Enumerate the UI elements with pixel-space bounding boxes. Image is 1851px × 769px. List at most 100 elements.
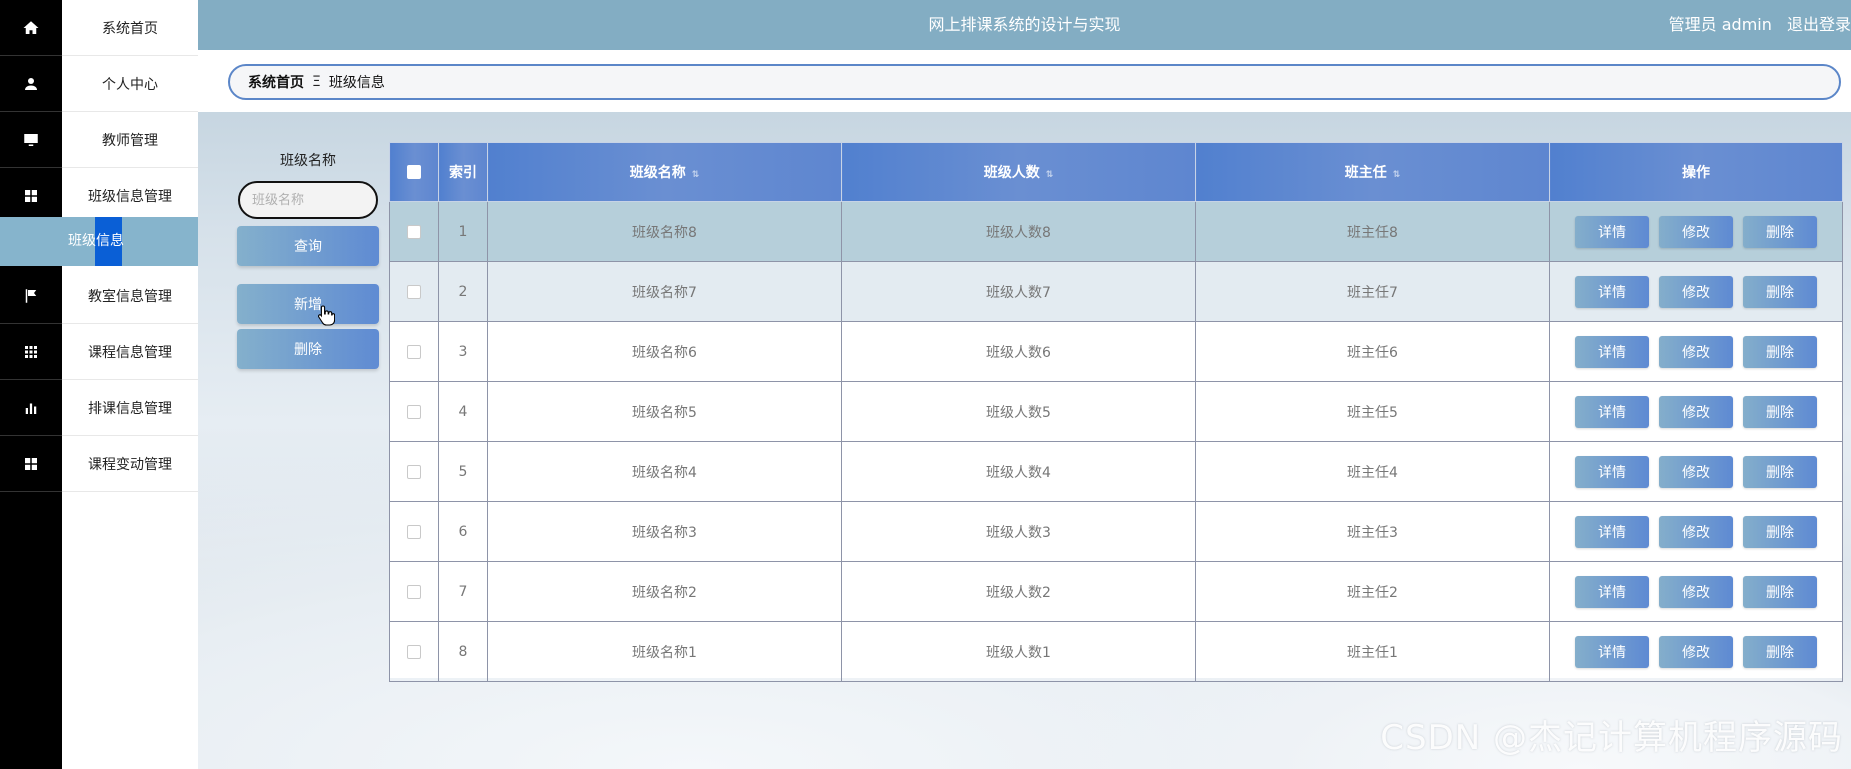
delete-button[interactable]: 删除 xyxy=(1743,635,1817,668)
active-rail-slot xyxy=(0,217,62,266)
add-button[interactable]: 新增 xyxy=(237,284,379,324)
grid-icon[interactable] xyxy=(0,168,62,224)
detail-button[interactable]: 详情 xyxy=(1575,335,1649,368)
logout-link[interactable]: 退出登录 xyxy=(1787,15,1851,34)
cell-class-size: 班级人数2 xyxy=(841,561,1196,622)
sort-icon[interactable]: ⇅ xyxy=(692,170,700,180)
monitor-icon[interactable] xyxy=(0,112,62,168)
cell-index: 4 xyxy=(438,381,488,442)
row-checkbox[interactable] xyxy=(407,404,421,419)
user-icon[interactable] xyxy=(0,56,62,112)
cell-actions: 详情 修改 删除 xyxy=(1549,621,1843,682)
row-checkbox[interactable] xyxy=(407,344,421,359)
table-row[interactable]: 5 班级名称4 班级人数4 班主任4 详情 修改 删除 xyxy=(389,441,1843,502)
edit-button[interactable]: 修改 xyxy=(1659,455,1733,488)
detail-button[interactable]: 详情 xyxy=(1575,215,1649,248)
table-row[interactable]: 8 班级名称1 班级人数1 班主任1 详情 修改 删除 xyxy=(389,621,1843,682)
edit-button[interactable]: 修改 xyxy=(1659,395,1733,428)
home-icon[interactable] xyxy=(0,0,62,56)
row-checkbox[interactable] xyxy=(407,584,421,599)
sidebar-item-course-changes[interactable]: 课程变动管理 xyxy=(62,436,198,492)
detail-button[interactable]: 详情 xyxy=(1575,515,1649,548)
sidebar-item-profile[interactable]: 个人中心 xyxy=(62,56,198,112)
edit-button[interactable]: 修改 xyxy=(1659,635,1733,668)
detail-button[interactable]: 详情 xyxy=(1575,455,1649,488)
edit-button[interactable]: 修改 xyxy=(1659,515,1733,548)
sidebar-item-teachers[interactable]: 教师管理 xyxy=(62,112,198,168)
flag-icon[interactable] xyxy=(0,268,62,324)
table-body: 1 班级名称8 班级人数8 班主任8 详情 修改 删除 2 班级名称7 班级人数7 班主任7 详情 修改… xyxy=(389,201,1843,682)
grid-icon[interactable] xyxy=(0,436,62,492)
edit-button[interactable]: 修改 xyxy=(1659,575,1733,608)
delete-button[interactable]: 删除 xyxy=(1743,455,1817,488)
watermark: CSDN @杰记计算机程序源码 xyxy=(1380,718,1843,758)
edit-button[interactable]: 修改 xyxy=(1659,335,1733,368)
cell-index: 6 xyxy=(438,501,488,562)
column-header-index: 索引 xyxy=(438,142,488,202)
cell-class-size: 班级人数6 xyxy=(841,321,1196,382)
cell-head-teacher: 班主任6 xyxy=(1195,321,1550,382)
column-header-class-name[interactable]: 班级名称 ⇅ xyxy=(487,142,842,202)
batch-delete-button[interactable]: 删除 xyxy=(237,329,379,369)
breadcrumb-home[interactable]: 系统首页 xyxy=(248,72,304,92)
row-checkbox-cell xyxy=(389,501,439,562)
query-button[interactable]: 查询 xyxy=(237,226,379,266)
bar-chart-icon[interactable] xyxy=(0,380,62,436)
row-checkbox[interactable] xyxy=(407,224,421,239)
cell-head-teacher: 班主任5 xyxy=(1195,381,1550,442)
table-row[interactable]: 1 班级名称8 班级人数8 班主任8 详情 修改 删除 xyxy=(389,201,1843,262)
row-checkbox[interactable] xyxy=(407,644,421,659)
delete-button[interactable]: 删除 xyxy=(1743,395,1817,428)
sidebar-item-home[interactable]: 系统首页 xyxy=(62,0,198,56)
sidebar-item-scheduling[interactable]: 排课信息管理 xyxy=(62,380,198,436)
table-header-row: 索引 班级名称 ⇅ 班级人数 ⇅ 班主任 ⇅ 操作 xyxy=(389,142,1843,202)
column-header-class-size[interactable]: 班级人数 ⇅ xyxy=(841,142,1196,202)
cell-head-teacher: 班主任4 xyxy=(1195,441,1550,502)
detail-button[interactable]: 详情 xyxy=(1575,575,1649,608)
column-header-head-teacher-label: 班主任 xyxy=(1344,165,1387,181)
delete-button[interactable]: 删除 xyxy=(1743,275,1817,308)
cell-class-name: 班级名称4 xyxy=(487,441,842,502)
row-checkbox[interactable] xyxy=(407,464,421,479)
app-title: 网上排课系统的设计与实现 xyxy=(928,15,1121,34)
sidebar-item-class-info-label[interactable]: 班级信息 xyxy=(68,217,124,266)
cell-index: 7 xyxy=(438,561,488,622)
cell-class-size: 班级人数7 xyxy=(841,261,1196,322)
hand-cursor-icon xyxy=(317,305,335,326)
cell-class-size: 班级人数1 xyxy=(841,621,1196,682)
cell-class-size: 班级人数8 xyxy=(841,201,1196,262)
apps-icon[interactable] xyxy=(0,324,62,380)
delete-button[interactable]: 删除 xyxy=(1743,515,1817,548)
table-row[interactable]: 4 班级名称5 班级人数5 班主任5 详情 修改 删除 xyxy=(389,381,1843,442)
class-name-search-input[interactable] xyxy=(238,181,378,219)
row-checkbox[interactable] xyxy=(407,284,421,299)
cell-class-size: 班级人数4 xyxy=(841,441,1196,502)
sidebar-item-classrooms[interactable]: 教室信息管理 xyxy=(62,268,198,324)
edit-button[interactable]: 修改 xyxy=(1659,215,1733,248)
edit-button[interactable]: 修改 xyxy=(1659,275,1733,308)
sort-icon[interactable]: ⇅ xyxy=(1393,170,1401,180)
sidebar-item-class-management[interactable]: 班级信息管理 xyxy=(62,168,198,224)
sort-icon[interactable]: ⇅ xyxy=(1046,170,1054,180)
cell-actions: 详情 修改 删除 xyxy=(1549,561,1843,622)
delete-button[interactable]: 删除 xyxy=(1743,215,1817,248)
cell-actions: 详情 修改 删除 xyxy=(1549,201,1843,262)
cell-class-name: 班级名称1 xyxy=(487,621,842,682)
cell-actions: 详情 修改 删除 xyxy=(1549,261,1843,322)
table-row[interactable]: 2 班级名称7 班级人数7 班主任7 详情 修改 删除 xyxy=(389,261,1843,322)
row-checkbox[interactable] xyxy=(407,524,421,539)
detail-button[interactable]: 详情 xyxy=(1575,275,1649,308)
table-row[interactable]: 7 班级名称2 班级人数2 班主任2 详情 修改 删除 xyxy=(389,561,1843,622)
delete-button[interactable]: 删除 xyxy=(1743,335,1817,368)
detail-button[interactable]: 详情 xyxy=(1575,635,1649,668)
detail-button[interactable]: 详情 xyxy=(1575,395,1649,428)
column-header-head-teacher[interactable]: 班主任 ⇅ xyxy=(1195,142,1550,202)
table-row[interactable]: 3 班级名称6 班级人数6 班主任6 详情 修改 删除 xyxy=(389,321,1843,382)
table-row[interactable]: 6 班级名称3 班级人数3 班主任3 详情 修改 删除 xyxy=(389,501,1843,562)
select-all-checkbox[interactable] xyxy=(407,165,421,179)
cell-actions: 详情 修改 删除 xyxy=(1549,441,1843,502)
delete-button[interactable]: 删除 xyxy=(1743,575,1817,608)
sidebar-item-courses[interactable]: 课程信息管理 xyxy=(62,324,198,380)
cell-class-size: 班级人数3 xyxy=(841,501,1196,562)
cell-index: 2 xyxy=(438,261,488,322)
